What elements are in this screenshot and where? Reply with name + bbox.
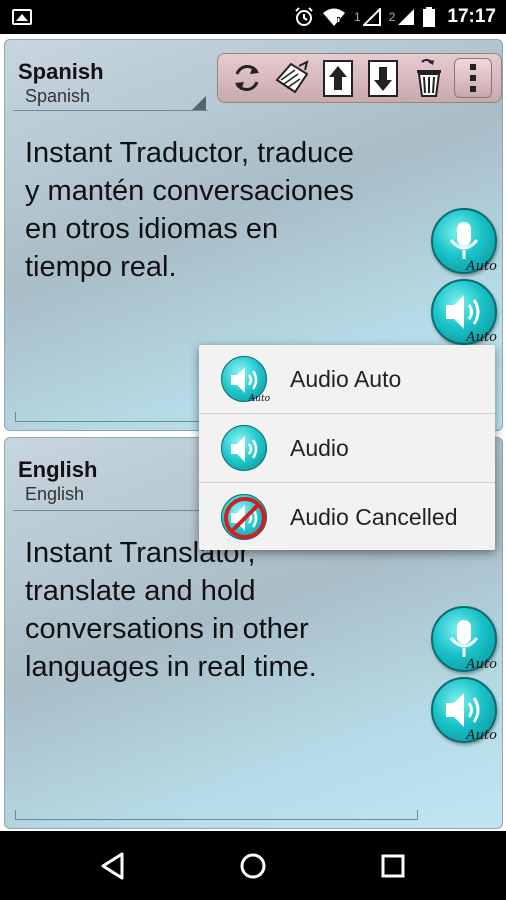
wifi-icon [323, 8, 346, 26]
sim1-label: 1 [354, 10, 361, 24]
sim2-label: 2 [388, 10, 396, 24]
menu-item-label: Audio Auto [290, 366, 402, 392]
text-line: translate and hold [25, 575, 256, 607]
spinner-underline [13, 110, 208, 111]
mic-auto-button[interactable]: Auto [431, 208, 497, 274]
dropdown-triangle-icon [192, 96, 206, 110]
source-language-title: Spanish [18, 59, 104, 84]
mic-auto-button[interactable]: Auto [431, 606, 497, 672]
speaker-cancelled-icon [221, 494, 267, 540]
menu-item-label: Audio Cancelled [290, 504, 458, 530]
text-line: conversations in other [25, 613, 309, 645]
target-language-subtitle: English [25, 484, 85, 504]
toolbar [217, 53, 502, 103]
send-button[interactable] [272, 57, 312, 99]
speaker-auto-button[interactable]: Auto [431, 279, 497, 345]
auto-badge: Auto [466, 330, 497, 345]
battery-icon [423, 7, 436, 27]
download-button[interactable] [363, 57, 403, 99]
text-line: y mantén conversaciones [25, 175, 354, 207]
home-button[interactable] [236, 849, 270, 883]
signal-icon [398, 9, 415, 25]
audio-mode-popup-menu: Auto Audio Auto Audio Audio Cancelled [199, 345, 495, 550]
clock-time: 17:17 [447, 6, 496, 27]
target-language-title: English [18, 457, 98, 482]
text-line: tiempo real. [25, 251, 177, 283]
refresh-button[interactable] [227, 57, 267, 99]
recents-button[interactable] [376, 849, 410, 883]
overflow-menu-icon [470, 64, 477, 92]
upload-button[interactable] [318, 57, 358, 99]
text-field-underline [15, 810, 418, 820]
auto-badge: Auto [466, 657, 497, 672]
speaker-auto-button[interactable]: Auto [431, 677, 497, 743]
menu-item-audio-auto[interactable]: Auto Audio Auto [199, 345, 495, 413]
overflow-menu-button[interactable] [454, 58, 493, 98]
download-icon [368, 60, 399, 97]
image-icon [12, 9, 32, 25]
spinner-underline [13, 510, 208, 511]
auto-badge: Auto [466, 259, 497, 274]
menu-item-audio-cancelled[interactable]: Audio Cancelled [199, 483, 495, 551]
target-text[interactable]: Instant Translator, translate and hold c… [25, 534, 425, 686]
menu-item-label: Audio [290, 435, 349, 461]
text-line: Instant Traductor, traduce [25, 137, 354, 169]
status-bar: 1 2 17:17 [0, 0, 506, 34]
source-text[interactable]: Instant Traductor, traduce y mantén conv… [25, 134, 425, 286]
send-icon [275, 60, 309, 94]
back-button[interactable] [96, 849, 130, 883]
delete-button[interactable] [409, 57, 449, 99]
source-language-subtitle: Spanish [25, 86, 91, 106]
recents-icon [381, 854, 405, 878]
signal-icon [362, 8, 381, 26]
text-line: en otros idiomas en [25, 213, 279, 245]
speaker-icon [221, 425, 267, 471]
trash-icon [416, 59, 441, 97]
auto-badge: Auto [466, 728, 497, 743]
back-icon [101, 852, 124, 880]
auto-badge: Auto [248, 394, 270, 404]
text-line: languages in real time. [25, 651, 317, 683]
menu-item-audio[interactable]: Audio [199, 414, 495, 482]
upload-icon [322, 60, 353, 97]
home-icon [240, 853, 266, 879]
refresh-icon [234, 65, 259, 91]
alarm-icon [295, 7, 313, 26]
speaker-auto-icon: Auto [221, 356, 270, 404]
navigation-bar [0, 831, 506, 900]
